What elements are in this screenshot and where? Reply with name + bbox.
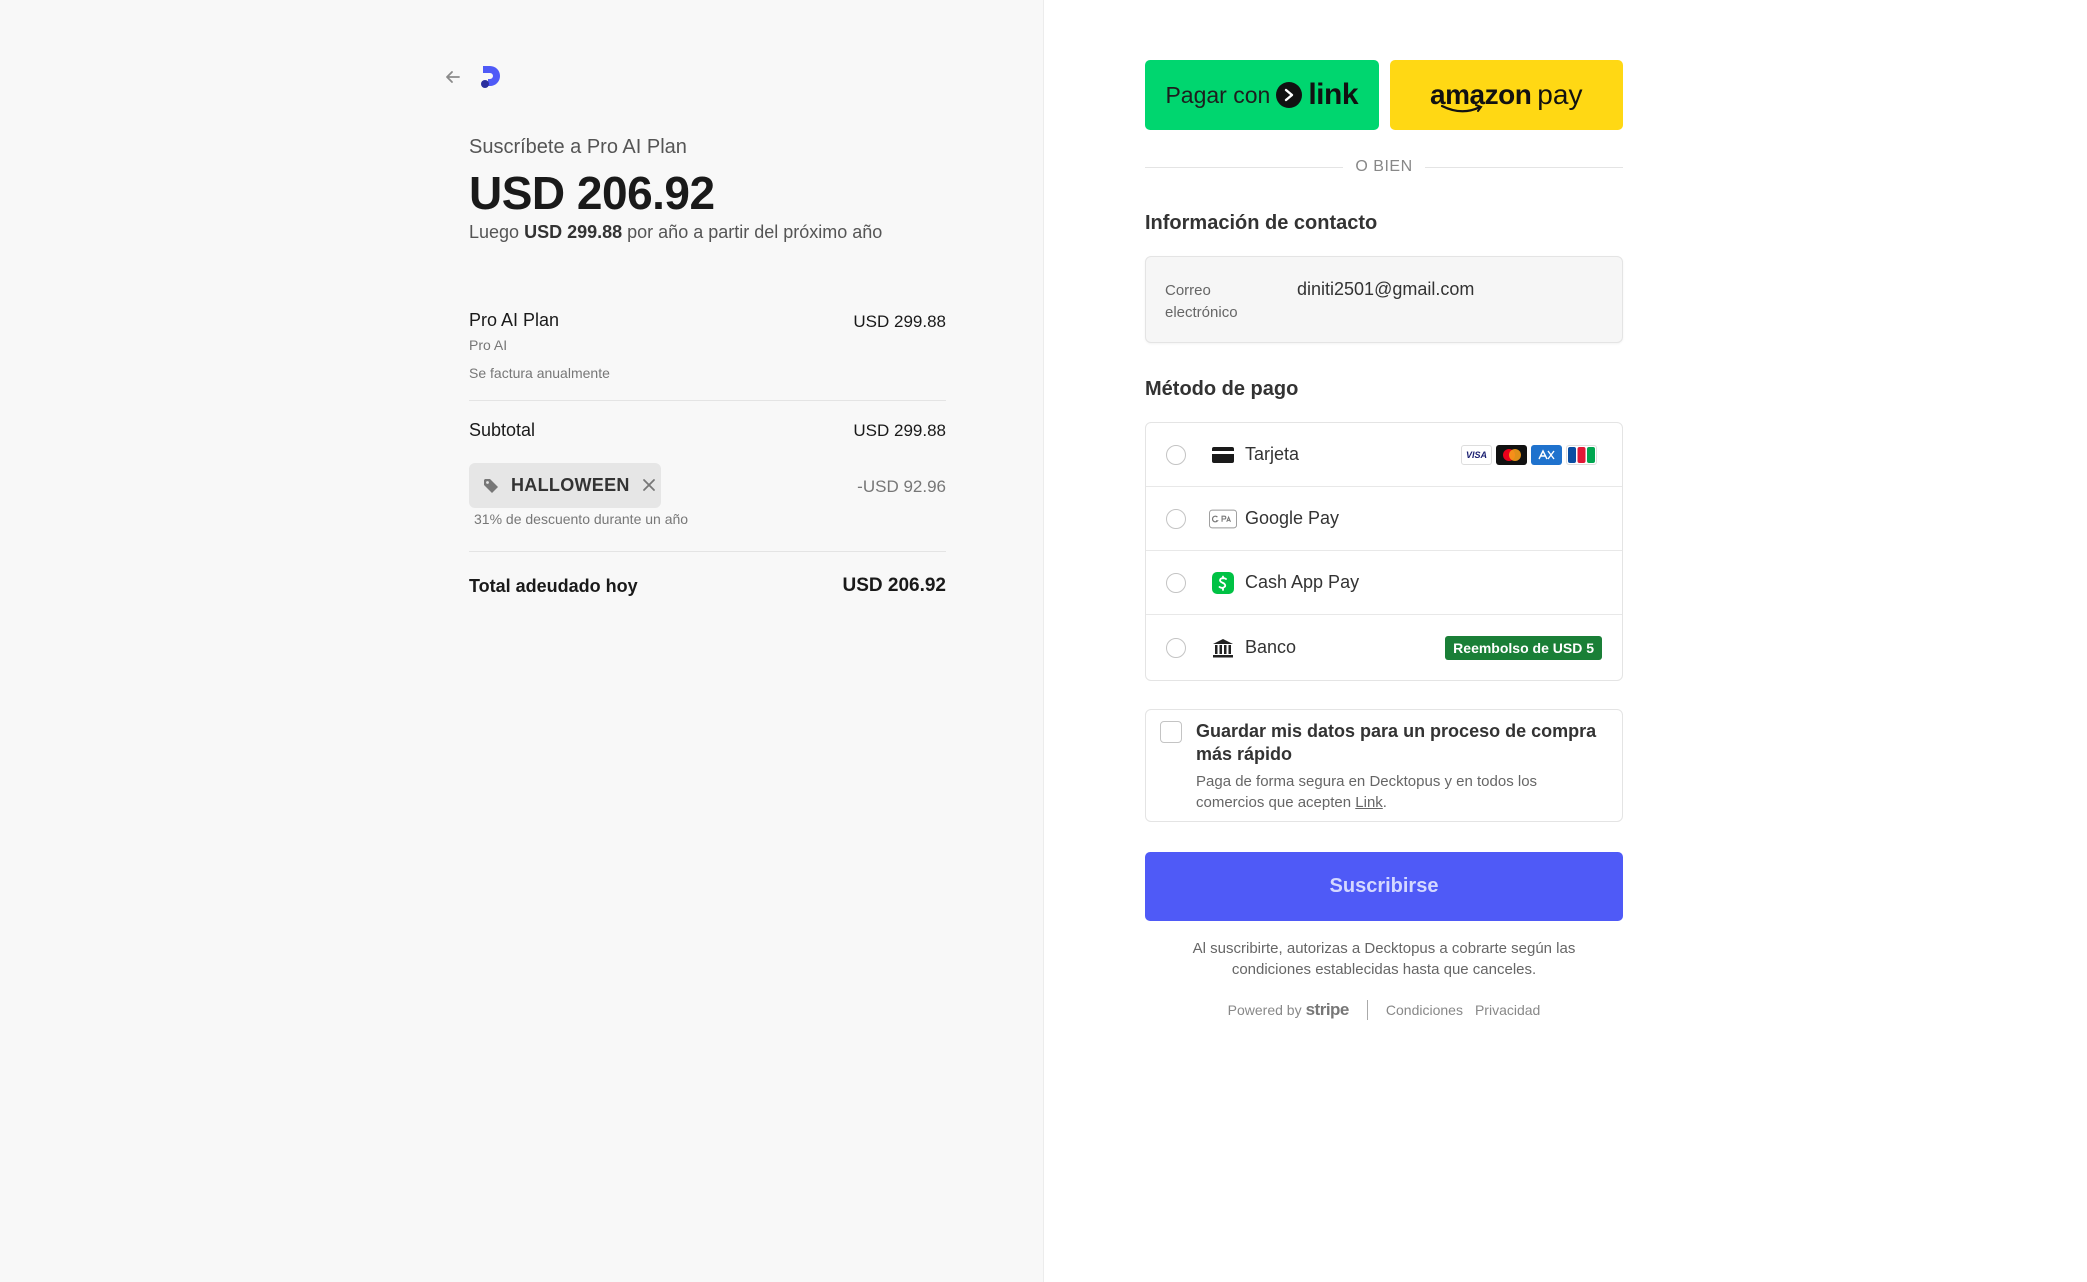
- visa-icon: VISA: [1461, 444, 1492, 465]
- subscribe-heading: Suscríbete a Pro AI Plan: [469, 136, 687, 158]
- divider: [469, 400, 946, 401]
- cash-app-radio[interactable]: [1166, 572, 1186, 593]
- line-item: Pro AI Plan USD 299.88 Pro AI Se factura…: [469, 310, 946, 381]
- tag-icon: [483, 478, 499, 494]
- line-item-subtitle: Pro AI: [469, 337, 508, 353]
- email-label: Correo electrónico: [1165, 282, 1238, 321]
- cash-app-label: Cash App Pay: [1245, 572, 1360, 592]
- jcb-icon: [1566, 444, 1597, 465]
- total-label: Total adeudado hoy: [469, 576, 638, 596]
- divider: [469, 551, 946, 552]
- renewal-suffix: por año a partir del próximo año: [627, 222, 883, 242]
- google-pay-icon: [1209, 508, 1237, 530]
- subscribe-button[interactable]: Suscribirse: [1145, 852, 1623, 921]
- powered-by-stripe[interactable]: Powered by stripe: [1227, 1000, 1350, 1020]
- or-label: O BIEN: [1355, 158, 1413, 175]
- footer-separator: [1366, 1000, 1368, 1020]
- top-nav: [443, 64, 503, 90]
- email-value: diniti2501@gmail.com: [1297, 279, 1475, 299]
- order-summary-panel: Suscríbete a Pro AI Plan USD 206.92 Lueg…: [0, 0, 1044, 1282]
- mastercard-icon: [1496, 444, 1527, 465]
- powered-by-label: Powered by: [1227, 1002, 1302, 1018]
- subtotal-row: Subtotal USD 299.88: [469, 420, 946, 441]
- save-info-checkbox[interactable]: [1160, 721, 1182, 743]
- payment-method-list: Tarjeta VISA Google Pay Cash App Pay Ban…: [1145, 422, 1623, 681]
- payment-method-card[interactable]: Tarjeta VISA: [1146, 423, 1622, 487]
- pay-with-link-button[interactable]: Pagar con link: [1145, 60, 1379, 130]
- bank-radio[interactable]: [1166, 637, 1186, 658]
- refund-badge: Reembolso de USD 5: [1445, 635, 1602, 660]
- or-divider: O BIEN: [1145, 158, 1624, 176]
- save-info-title: Guardar mis datos para un proceso de com…: [1196, 721, 1597, 764]
- amex-icon: [1531, 444, 1562, 465]
- email-field[interactable]: Correo electrónico diniti2501@gmail.com: [1145, 256, 1623, 343]
- amazon-pay-button[interactable]: amazon pay: [1389, 60, 1623, 130]
- promo-code-chip: HALLOWEEN: [469, 463, 661, 508]
- back-arrow-icon[interactable]: [443, 67, 463, 87]
- terms-text: Al suscribirte, autorizas a Decktopus a …: [1192, 940, 1576, 978]
- link-info-link[interactable]: Link: [1355, 794, 1383, 811]
- card-radio[interactable]: [1166, 444, 1186, 465]
- or-line-right: [1424, 166, 1624, 168]
- renewal-amount: USD 299.88: [524, 222, 623, 242]
- save-desc-end: .: [1382, 794, 1387, 811]
- line-item-billing: Se factura anualmente: [469, 365, 610, 381]
- payment-method-heading: Método de pago: [1145, 378, 1299, 400]
- subtotal-label: Subtotal: [469, 420, 536, 440]
- google-pay-label: Google Pay: [1245, 508, 1340, 528]
- link-logo-text: link: [1308, 78, 1359, 111]
- conditions-link[interactable]: Condiciones: [1386, 1002, 1463, 1018]
- card-label: Tarjeta: [1245, 444, 1300, 464]
- link-button-label: Pagar con: [1165, 81, 1271, 108]
- link-arrow-icon: [1276, 82, 1303, 108]
- save-info-box: Guardar mis datos para un proceso de com…: [1145, 709, 1623, 822]
- renewal-prefix: Luego: [469, 222, 520, 242]
- total-value: USD 206.92: [842, 575, 946, 596]
- payment-method-google-pay[interactable]: Google Pay: [1146, 487, 1622, 551]
- amazon-pay-text: pay: [1537, 79, 1583, 110]
- discount-value: -USD 92.96: [857, 477, 946, 496]
- footer: Powered by stripe Condiciones Privacidad: [1145, 1000, 1623, 1020]
- subtotal-value: USD 299.88: [853, 421, 946, 440]
- stripe-logo-text: stripe: [1305, 1000, 1350, 1019]
- decktopus-logo-icon[interactable]: [479, 64, 503, 90]
- payment-method-bank[interactable]: Banco Reembolso de USD 5: [1146, 615, 1622, 680]
- credit-card-icon: [1209, 444, 1237, 466]
- google-pay-radio[interactable]: [1166, 508, 1186, 529]
- payment-method-cash-app[interactable]: Cash App Pay: [1146, 551, 1622, 615]
- bank-label: Banco: [1245, 637, 1297, 657]
- promo-code-text: HALLOWEEN: [511, 475, 630, 495]
- card-brands: VISA: [1461, 444, 1597, 465]
- or-line-left: [1145, 166, 1344, 168]
- total-row: Total adeudado hoy USD 206.92: [469, 575, 946, 597]
- amount-due: USD 206.92: [469, 167, 715, 219]
- bank-icon: [1209, 637, 1237, 659]
- line-item-price: USD 299.88: [853, 312, 946, 331]
- express-checkout-row: Pagar con link amazon pay: [1145, 60, 1623, 130]
- cash-app-icon: [1209, 571, 1237, 594]
- remove-promo-close-icon[interactable]: [642, 476, 656, 496]
- contact-info-heading: Información de contacto: [1145, 212, 1378, 234]
- amazon-smile-icon: [1440, 104, 1483, 113]
- save-info-description: Paga de forma segura en Decktopus y en t…: [1196, 771, 1606, 813]
- discount-note: 31% de descuento durante un año: [474, 511, 689, 527]
- renewal-note: Luego USD 299.88 por año a partir del pr…: [469, 222, 882, 243]
- privacy-link[interactable]: Privacidad: [1475, 1002, 1540, 1018]
